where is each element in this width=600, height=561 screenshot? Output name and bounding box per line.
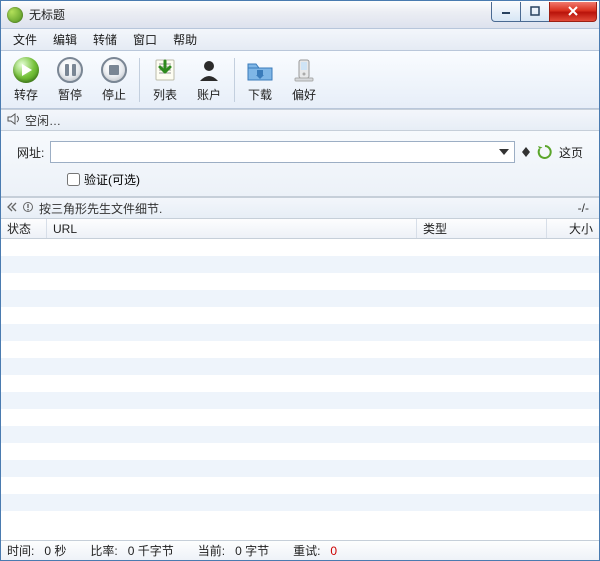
table-row bbox=[1, 273, 599, 290]
prefs-button[interactable]: 偏好 bbox=[283, 54, 325, 106]
download-button[interactable]: 下载 bbox=[239, 54, 281, 106]
toolbar-sep2 bbox=[234, 58, 235, 102]
list-button[interactable]: 列表 bbox=[144, 54, 186, 106]
url-combo[interactable] bbox=[50, 141, 515, 163]
window-controls bbox=[492, 2, 597, 22]
menu-edit[interactable]: 编辑 bbox=[45, 29, 85, 50]
sound-icon bbox=[7, 113, 21, 128]
download-icon bbox=[246, 56, 274, 84]
prefs-label: 偏好 bbox=[292, 86, 316, 103]
account-icon bbox=[195, 56, 223, 84]
prefs-icon bbox=[290, 56, 318, 84]
rate-value: 0 千字节 bbox=[128, 542, 174, 559]
table-row bbox=[1, 341, 599, 358]
table-row bbox=[1, 494, 599, 511]
toolbar-sep bbox=[139, 58, 140, 102]
table-row bbox=[1, 477, 599, 494]
idle-bar: 空闲… bbox=[1, 109, 599, 131]
table-row bbox=[1, 239, 599, 256]
table-row bbox=[1, 460, 599, 477]
status-retry: 重试: 0 bbox=[293, 542, 337, 559]
rate-label: 比率: bbox=[90, 542, 117, 559]
url-label: 网址: bbox=[17, 144, 44, 161]
address-panel: 网址: 这页 验证(可选) bbox=[1, 131, 599, 197]
history-stepper[interactable] bbox=[521, 147, 531, 157]
pause-label: 暂停 bbox=[58, 86, 82, 103]
expand-icon[interactable] bbox=[7, 201, 17, 215]
table-row bbox=[1, 443, 599, 460]
col-type[interactable]: 类型 bbox=[417, 219, 547, 238]
menu-help[interactable]: 帮助 bbox=[165, 29, 205, 50]
window-title: 无标题 bbox=[29, 6, 492, 23]
alert-icon bbox=[23, 201, 33, 215]
url-input[interactable] bbox=[50, 141, 515, 163]
minimize-button[interactable] bbox=[491, 2, 521, 22]
menubar: 文件 编辑 转储 窗口 帮助 bbox=[1, 29, 599, 51]
idle-label: 空闲… bbox=[25, 112, 61, 129]
refresh-icon[interactable] bbox=[537, 144, 553, 160]
stop-button[interactable]: 停止 bbox=[93, 54, 135, 106]
titlebar: 无标题 bbox=[1, 1, 599, 29]
table-row bbox=[1, 290, 599, 307]
status-rate: 比率: 0 千字节 bbox=[90, 542, 173, 559]
current-value: 0 字节 bbox=[235, 542, 269, 559]
list-icon bbox=[151, 56, 179, 84]
statusbar: 时间: 0 秒 比率: 0 千字节 当前: 0 字节 重试: 0 bbox=[1, 540, 599, 560]
maximize-button[interactable] bbox=[520, 2, 550, 22]
account-button[interactable]: 账户 bbox=[188, 54, 230, 106]
pause-icon bbox=[57, 57, 83, 83]
status-time: 时间: 0 秒 bbox=[7, 542, 66, 559]
retry-value: 0 bbox=[330, 544, 337, 558]
page-label: 这页 bbox=[559, 144, 583, 161]
table-row bbox=[1, 426, 599, 443]
verify-checkbox[interactable] bbox=[67, 173, 80, 186]
hint-bar: 按三角形先生文件细节. -/- bbox=[1, 197, 599, 219]
table-row bbox=[1, 409, 599, 426]
verify-label: 验证(可选) bbox=[84, 171, 140, 188]
download-label: 下载 bbox=[248, 86, 272, 103]
app-window: 无标题 文件 编辑 转储 窗口 帮助 转存 暂停 bbox=[0, 0, 600, 561]
table-body[interactable] bbox=[1, 239, 599, 540]
time-value: 0 秒 bbox=[44, 542, 66, 559]
table-row bbox=[1, 324, 599, 341]
account-label: 账户 bbox=[197, 86, 221, 103]
table-row bbox=[1, 307, 599, 324]
menu-window[interactable]: 窗口 bbox=[125, 29, 165, 50]
table-row bbox=[1, 392, 599, 409]
current-label: 当前: bbox=[198, 542, 225, 559]
time-label: 时间: bbox=[7, 542, 34, 559]
retry-label: 重试: bbox=[293, 542, 320, 559]
toolbar: 转存 暂停 停止 列表 账户 下载 bbox=[1, 51, 599, 109]
menu-transfer[interactable]: 转储 bbox=[85, 29, 125, 50]
table-header: 状态 URL 类型 大小 bbox=[1, 219, 599, 239]
run-label: 转存 bbox=[14, 86, 38, 103]
pause-button[interactable]: 暂停 bbox=[49, 54, 91, 106]
list-label: 列表 bbox=[153, 86, 177, 103]
col-status[interactable]: 状态 bbox=[1, 219, 47, 238]
run-button[interactable]: 转存 bbox=[5, 54, 47, 106]
status-current: 当前: 0 字节 bbox=[198, 542, 269, 559]
close-button[interactable] bbox=[549, 2, 597, 22]
stop-label: 停止 bbox=[102, 86, 126, 103]
app-icon bbox=[7, 7, 23, 23]
col-size[interactable]: 大小 bbox=[547, 219, 599, 238]
hint-counter: -/- bbox=[578, 201, 593, 215]
table-row bbox=[1, 256, 599, 273]
menu-file[interactable]: 文件 bbox=[5, 29, 45, 50]
table-row bbox=[1, 375, 599, 392]
stop-icon bbox=[101, 57, 127, 83]
col-url[interactable]: URL bbox=[47, 219, 417, 238]
hint-text: 按三角形先生文件细节. bbox=[39, 200, 162, 217]
play-icon bbox=[13, 57, 39, 83]
table-row bbox=[1, 358, 599, 375]
